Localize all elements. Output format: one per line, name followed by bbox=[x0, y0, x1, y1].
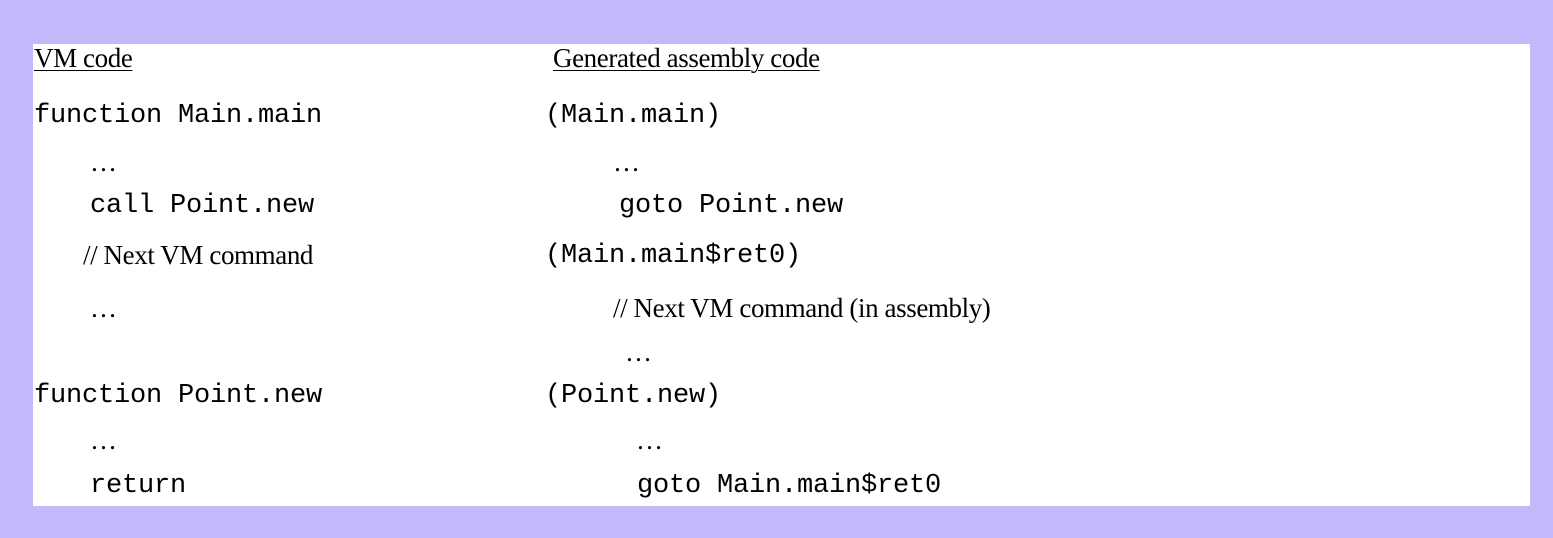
vm-line-function-point-new: function Point.new bbox=[34, 381, 323, 411]
asm-line-label-return: (Main.main$ret0) bbox=[545, 241, 802, 271]
vm-line-return: return bbox=[90, 471, 187, 501]
asm-line-label-main-main: (Main.main) bbox=[545, 101, 722, 131]
asm-line-ellipsis: … bbox=[636, 425, 663, 455]
asm-line-label-point-new: (Point.new) bbox=[545, 381, 722, 411]
vm-line-ellipsis: … bbox=[90, 293, 117, 323]
asm-line-ellipsis: … bbox=[625, 337, 652, 367]
assembly-code-header: Generated assembly code bbox=[553, 43, 820, 73]
vm-line-ellipsis: … bbox=[90, 147, 117, 177]
vm-line-call-point-new: call Point.new bbox=[90, 191, 315, 221]
vm-line-function-main: function Main.main bbox=[34, 101, 323, 131]
asm-line-goto-point-new: goto Point.new bbox=[619, 191, 844, 221]
vm-code-header: VM code bbox=[34, 43, 133, 73]
vm-line-comment: // Next VM command bbox=[83, 240, 314, 270]
asm-line-comment: // Next VM command (in assembly) bbox=[613, 293, 991, 323]
asm-line-ellipsis: … bbox=[613, 147, 640, 177]
vm-line-ellipsis: … bbox=[90, 425, 117, 455]
code-comparison-panel: VM code Generated assembly code function… bbox=[33, 43, 1530, 506]
asm-line-goto-return: goto Main.main$ret0 bbox=[637, 471, 942, 501]
